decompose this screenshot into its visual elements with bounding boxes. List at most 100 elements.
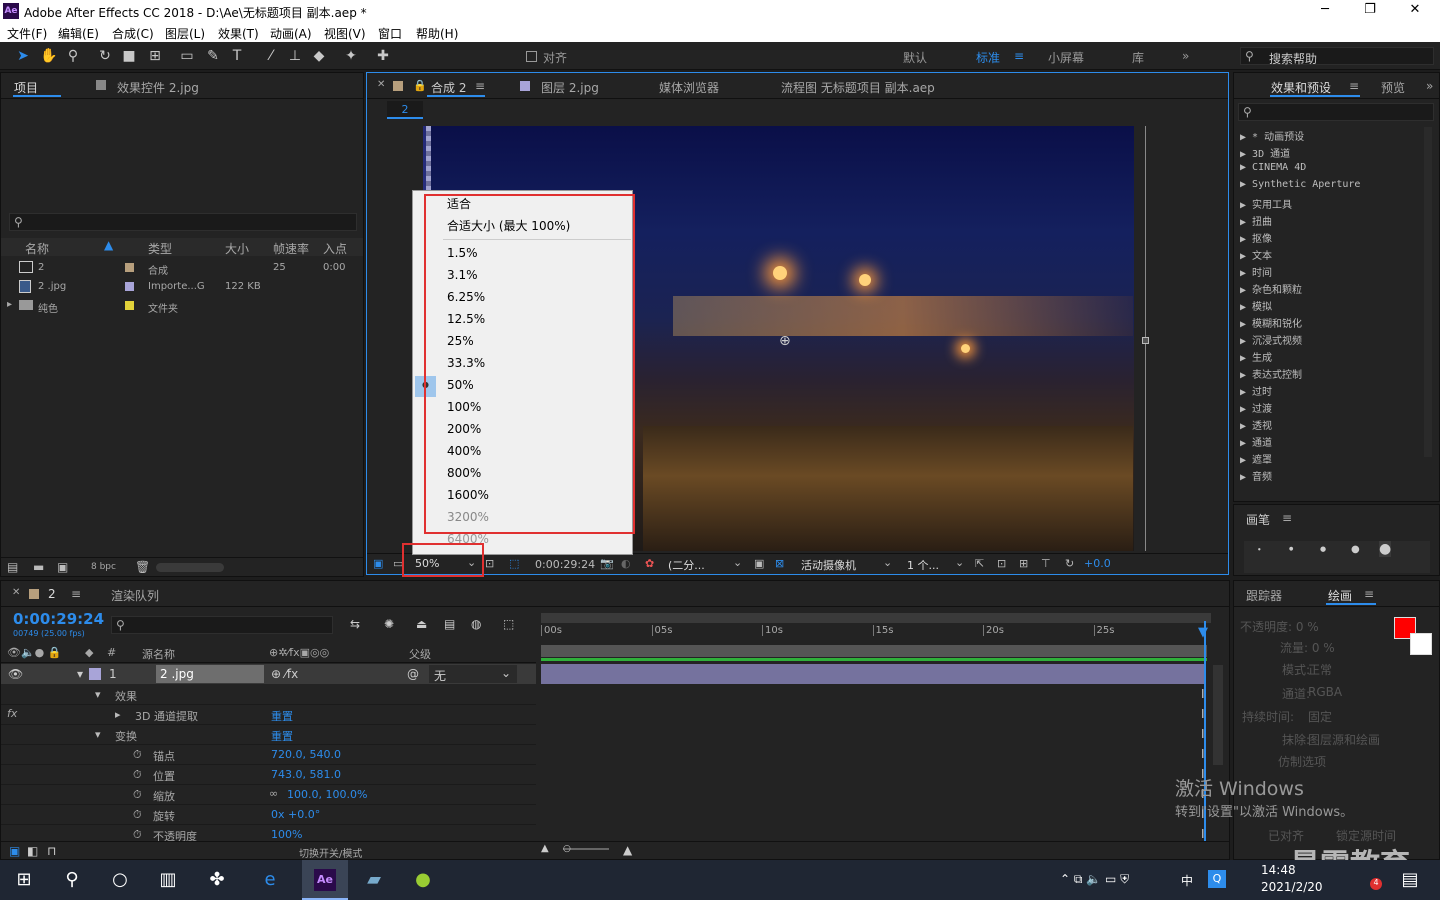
toggle-switches-modes[interactable]: 切换开关/模式 [299, 845, 362, 860]
comp-breadcrumb[interactable]: 2 [387, 101, 423, 119]
comp-mini-flowchart-icon[interactable]: ⇆ [350, 617, 360, 631]
ie-icon[interactable]: e [258, 868, 282, 892]
property-value[interactable]: 743.0, 581.0 [271, 768, 341, 781]
col-fps[interactable]: 帧速率 [273, 240, 309, 257]
tab-project[interactable]: 项目 [14, 79, 38, 96]
notes-app-icon[interactable]: ▰ [362, 868, 386, 892]
ae-taskbar-button[interactable]: Ae [302, 860, 348, 900]
tab-menu-icon[interactable]: ≡ [71, 587, 81, 601]
zoom-tool-icon[interactable]: ⚲ [64, 47, 82, 65]
expand-arrow-icon[interactable]: ▶ [1240, 162, 1252, 173]
layer-switches[interactable]: ⊕ ⁄fx [271, 667, 298, 681]
effects-category-item[interactable]: ▶ 生成 [1240, 349, 1272, 364]
expand-arrow-icon[interactable]: ▶ [1240, 421, 1252, 432]
menu-composition[interactable]: 合成(C) [112, 25, 154, 42]
effects-category-item[interactable]: ▶ 模糊和锐化 [1240, 315, 1302, 330]
expand-arrow-icon[interactable]: ▶ [1240, 268, 1252, 279]
anchor-point-icon[interactable]: ⊕ [779, 333, 791, 349]
expand-arrow-icon[interactable]: ▶ [1240, 217, 1252, 228]
roto-brush-tool-icon[interactable]: ✦ [342, 47, 360, 65]
brush-tool-icon[interactable]: ⁄ [262, 47, 280, 65]
close-tab-icon[interactable]: ✕ [12, 587, 20, 598]
menu-animation[interactable]: 动画(A) [270, 25, 312, 42]
expand-arrow-icon[interactable]: ▶ [1240, 200, 1252, 211]
menu-help[interactable]: 帮助(H) [416, 25, 458, 42]
close-tab-icon[interactable]: ✕ [377, 79, 385, 90]
close-icon[interactable]: ✕ [1403, 2, 1427, 20]
cortana-icon[interactable]: ○ [108, 868, 132, 892]
ime-indicator[interactable]: 中 [1181, 872, 1193, 889]
help-search-input[interactable]: ⚲ 搜索帮助 [1240, 47, 1434, 66]
project-row[interactable]: 2 合成 25 0:00 [1, 259, 363, 277]
exposure-value[interactable]: +0.0 [1084, 557, 1111, 570]
timeline-scrollbar[interactable] [1213, 665, 1223, 765]
search-icon[interactable]: ⚲ [60, 868, 84, 892]
expand-arrow-icon[interactable]: ▶ [1240, 404, 1252, 415]
fruit-app-icon[interactable]: ● [411, 868, 435, 892]
in-out-icon[interactable]: ⊓ [47, 844, 56, 858]
effects-category-item[interactable]: ▶ 杂色和颗粒 [1240, 281, 1302, 296]
stopwatch-icon[interactable]: ⏱ [133, 808, 142, 822]
expand-arrow-icon[interactable]: ▶ [1240, 132, 1252, 143]
timeline-search-input[interactable]: ⚲ [111, 616, 333, 634]
motion-blur-icon[interactable]: ◍ [471, 617, 481, 631]
project-scrollbar[interactable] [156, 563, 224, 572]
interpret-footage-icon[interactable]: ▤ [7, 560, 18, 574]
hand-tool-icon[interactable]: ✋ [40, 47, 58, 65]
workspace-standard[interactable]: 标准 [976, 49, 1000, 66]
pickwhip-icon[interactable]: @ [407, 667, 419, 681]
new-folder-icon[interactable]: ▬ [33, 560, 44, 574]
workspace-library[interactable]: 库 [1132, 49, 1144, 66]
region-of-interest-icon[interactable]: ▣ [754, 557, 764, 570]
effects-category-item[interactable]: ▶ 透视 [1240, 417, 1272, 432]
reset-exposure-icon[interactable]: ↻ [1065, 557, 1074, 570]
property-row[interactable]: ▾ 变换 重置 [1, 725, 536, 745]
paint-flow[interactable]: 流量: 0 % [1280, 639, 1335, 656]
property-value[interactable]: 重置 [271, 728, 293, 744]
effects-category-item[interactable]: ▶ 沉浸式视频 [1240, 332, 1302, 347]
expand-arrow-icon[interactable]: ▶ [1240, 285, 1252, 296]
col-in[interactable]: 入点 [323, 240, 347, 257]
new-composition-icon[interactable]: ▣ [57, 560, 68, 574]
tab-flowchart[interactable]: 流程图 无标题项目 副本.aep [781, 79, 935, 96]
paint-opacity[interactable]: 不透明度: 0 % [1240, 618, 1319, 635]
expand-arrow-icon[interactable]: ▶ [1240, 234, 1252, 245]
property-row[interactable]: ⏱ 锚点 720.0, 540.0 [1, 745, 536, 765]
workspace-default[interactable]: 默认 [903, 49, 927, 66]
transfer-controls-icon[interactable]: ◧ [27, 844, 38, 858]
pen-tool-icon[interactable]: ✎ [204, 47, 222, 65]
paint-duration-select[interactable]: 固定 [1308, 708, 1332, 725]
expand-arrow-icon[interactable]: ▶ [1240, 455, 1252, 466]
collapse-arrow-icon[interactable]: ▾ [77, 667, 83, 681]
paint-channel-select[interactable]: RGBA [1308, 685, 1342, 699]
task-view-icon[interactable]: ▥ [156, 868, 180, 892]
menu-window[interactable]: 窗口 [378, 25, 402, 42]
text-tool-icon[interactable]: T [228, 47, 246, 65]
property-value[interactable]: 0x +0.0° [271, 808, 320, 821]
bpc-button[interactable]: 8 bpc [91, 562, 116, 572]
safe-margins-icon[interactable]: ⊡ [485, 557, 494, 570]
expand-arrow-icon[interactable]: ▶ [1240, 251, 1252, 262]
col-name[interactable]: 名称 [25, 240, 49, 257]
effects-search-input[interactable]: ⚲ [1238, 103, 1434, 121]
effects-category-item[interactable]: ▶ 遮罩 [1240, 451, 1272, 466]
layer-label-swatch[interactable] [89, 668, 101, 680]
project-row[interactable]: ▸ 纯色 文件夹 [1, 297, 363, 315]
layer-row[interactable]: 👁 ▾ 1 2 .jpg ⊕ ⁄fx @ 无 ⌄ [1, 664, 536, 684]
tab-composition[interactable]: 合成 2 [431, 79, 466, 96]
workspace-menu-icon[interactable]: ≡ [1014, 49, 1024, 63]
parent-header[interactable]: 父级 [409, 646, 431, 662]
tab-menu-icon[interactable]: ≡ [1349, 79, 1359, 93]
effects-scrollbar[interactable] [1424, 127, 1432, 457]
tab-menu-icon[interactable]: ≡ [1282, 511, 1292, 525]
stopwatch-icon[interactable]: ⏱ [133, 768, 142, 782]
playhead-marker-icon[interactable]: ▼ [1198, 625, 1208, 640]
effects-category-item[interactable]: ▶ 时间 [1240, 264, 1272, 279]
minimize-icon[interactable]: ─ [1313, 2, 1337, 20]
expand-arrow-icon[interactable]: ▶ [1240, 149, 1252, 160]
property-value[interactable]: 重置 [271, 708, 293, 724]
stopwatch-icon[interactable]: ⏱ [133, 828, 142, 842]
expand-arrow-icon[interactable]: ▶ [1240, 336, 1252, 347]
tab-media-browser[interactable]: 媒体浏览器 [659, 79, 719, 96]
draft-3d-icon[interactable]: ✺ [384, 617, 394, 631]
